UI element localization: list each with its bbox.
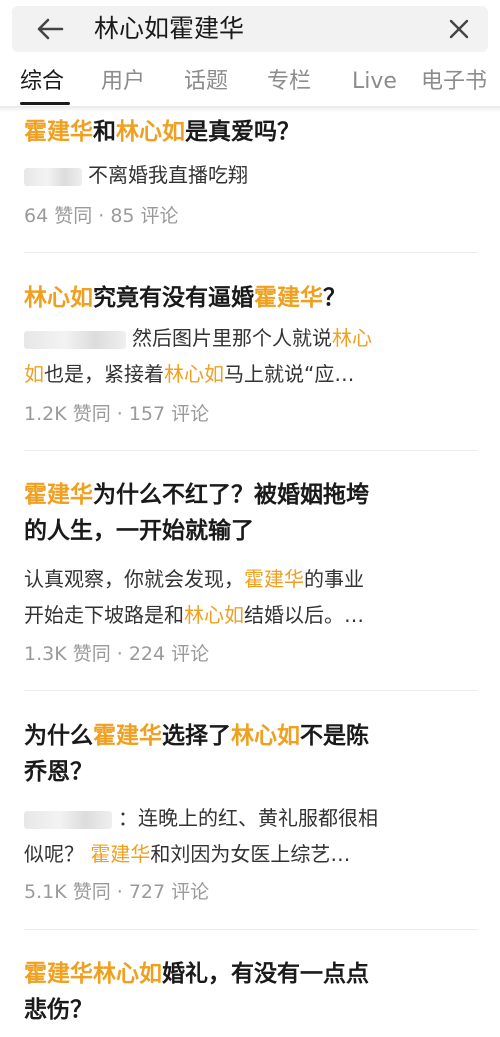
title-line: 的人生，一开始就输了 <box>24 513 474 549</box>
highlighted-keyword: 霍建华 <box>90 842 151 866</box>
tab-live[interactable]: Live <box>352 68 397 96</box>
title-line: 霍建华为什么不红了？被婚姻拖垮 <box>24 477 474 513</box>
divider <box>24 690 478 691</box>
highlighted-keyword: 霍建华 <box>24 119 93 145</box>
highlighted-keyword: 林心如 <box>116 119 185 145</box>
text-segment: 开始走下坡路是和 <box>24 603 184 627</box>
title-line: 林心如究竟有没有逼婚霍建华？ <box>24 280 474 316</box>
title-line: 霍建华林心如婚礼，有没有一点点 <box>24 956 474 992</box>
result-excerpt: 认真观察，你就会发现，霍建华的事业 开始走下坡路是和林心如结婚以后。… <box>24 561 454 633</box>
tab-columns[interactable]: 专栏 <box>267 68 311 96</box>
excerpt-line: 开始走下坡路是和林心如结婚以后。… <box>24 597 454 633</box>
divider <box>24 450 478 451</box>
text-segment: 然后图片里那个人就说 <box>132 326 332 350</box>
text-segment: 认真观察，你就会发现， <box>24 567 244 591</box>
highlighted-keyword: 霍建华林心如 <box>24 961 162 987</box>
text-segment: 和 <box>93 119 116 145</box>
text-segment: 为什么不红了？被婚姻拖垮 <box>93 482 369 508</box>
result-meta: 1.2K 赞同 · 157 评论 <box>24 403 210 425</box>
excerpt-line: 如也是，紧接着林心如马上就说“应… <box>24 356 454 392</box>
highlighted-keyword: 霍建华 <box>244 567 304 591</box>
text-segment: 悲伤？ <box>24 997 93 1023</box>
blurred-author-avatar <box>24 330 126 349</box>
text-segment: 是真爱吗？ <box>185 119 300 145</box>
excerpt-line: 然后图片里那个人就说林心 <box>24 320 454 356</box>
result-meta: 1.3K 赞同 · 224 评论 <box>24 643 210 665</box>
text-segment: ？ <box>323 285 346 311</box>
result-excerpt: ：连晚上的红、黄礼服都很相 似呢？ 霍建华和刘因为女医上综艺… <box>24 800 454 872</box>
tab-topics[interactable]: 话题 <box>184 68 228 96</box>
result-meta: 64 赞同 · 85 评论 <box>24 205 179 227</box>
text-segment: 似呢？ <box>24 842 91 866</box>
text-segment: 乔恩？ <box>24 759 93 785</box>
text-segment: 马上就说“应… <box>224 362 355 386</box>
text-segment: 不离婚我直播吃翔 <box>88 163 248 187</box>
highlighted-keyword: 林心 <box>332 326 372 350</box>
highlighted-keyword: 如 <box>24 362 44 386</box>
tab-all[interactable]: 综合 <box>20 68 64 96</box>
result-title[interactable]: 林心如究竟有没有逼婚霍建华？ <box>24 280 474 316</box>
result-excerpt: 不离婚我直播吃翔 <box>24 157 454 193</box>
back-arrow-icon[interactable] <box>36 17 64 41</box>
blurred-author-avatar <box>24 810 112 829</box>
title-line: 乔恩？ <box>24 754 474 790</box>
search-tabs: 综合 用户 话题 专栏 Live 电子书 <box>0 58 500 106</box>
highlighted-keyword: 林心如 <box>24 285 93 311</box>
text-segment: 和刘因为女医上综艺… <box>150 842 351 866</box>
active-tab-indicator <box>20 102 70 105</box>
text-segment: 究竟有没有逼婚 <box>93 285 254 311</box>
title-line: 霍建华和林心如是真爱吗？ <box>24 114 474 150</box>
search-bar[interactable]: 林心如霍建华 <box>12 6 488 52</box>
text-segment: 不是陈 <box>300 723 369 749</box>
text-segment: 的人生，一开始就输了 <box>24 518 254 544</box>
excerpt-line: ：连晚上的红、黄礼服都很相 <box>24 800 454 836</box>
text-segment: 选择了 <box>162 723 231 749</box>
highlighted-keyword: 林心如 <box>184 603 244 627</box>
excerpt-line: 似呢？ 霍建华和刘因为女医上综艺… <box>24 836 454 872</box>
divider <box>24 252 478 253</box>
excerpt-line: 认真观察，你就会发现，霍建华的事业 <box>24 561 454 597</box>
highlighted-keyword: 霍建华 <box>93 723 162 749</box>
result-excerpt: 然后图片里那个人就说林心 如也是，紧接着林心如马上就说“应… <box>24 320 454 392</box>
result-title[interactable]: 霍建华为什么不红了？被婚姻拖垮 的人生，一开始就输了 <box>24 477 474 549</box>
text-segment: 结婚以后。… <box>244 603 364 627</box>
excerpt-line: 不离婚我直播吃翔 <box>24 157 454 193</box>
blurred-author-avatar <box>24 167 82 186</box>
highlighted-keyword: 林心如 <box>231 723 300 749</box>
title-line: 为什么霍建华选择了林心如不是陈 <box>24 718 474 754</box>
tabs-shadow <box>0 106 500 112</box>
result-title[interactable]: 为什么霍建华选择了林心如不是陈 乔恩？ <box>24 718 474 790</box>
search-input[interactable]: 林心如霍建华 <box>94 15 244 43</box>
text-segment: ：连晚上的红、黄礼服都很相 <box>118 806 378 830</box>
text-segment: 为什么 <box>24 723 93 749</box>
tab-users[interactable]: 用户 <box>101 68 145 96</box>
highlighted-keyword: 林心如 <box>164 362 224 386</box>
result-meta: 5.1K 赞同 · 727 评论 <box>24 881 210 903</box>
title-line: 悲伤？ <box>24 992 474 1028</box>
result-title[interactable]: 霍建华和林心如是真爱吗？ <box>24 114 474 150</box>
text-segment: 也是，紧接着 <box>44 362 164 386</box>
clear-search-icon[interactable] <box>448 18 470 40</box>
text-segment: 婚礼，有没有一点点 <box>162 961 369 987</box>
text-segment: 的事业 <box>304 567 364 591</box>
result-title[interactable]: 霍建华林心如婚礼，有没有一点点 悲伤？ <box>24 956 474 1028</box>
highlighted-keyword: 霍建华 <box>24 482 93 508</box>
tab-ebooks[interactable]: 电子书 <box>421 68 487 96</box>
divider <box>24 929 478 930</box>
highlighted-keyword: 霍建华 <box>254 285 323 311</box>
